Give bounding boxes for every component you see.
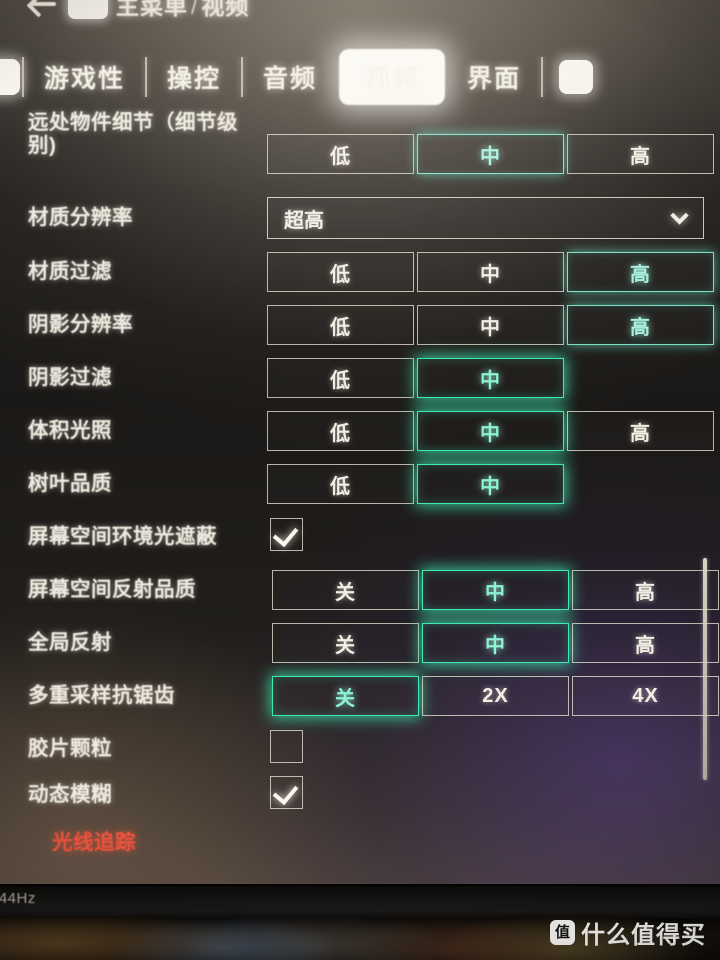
option-high[interactable]: 高 [567,411,714,451]
watermark-text: 什么值得买 [581,922,706,949]
option-2x[interactable]: 2X [422,676,569,716]
option-mid[interactable]: 中 [422,570,569,610]
setting-row-motion-blur: 动态模糊 [0,769,720,821]
option-group[interactable]: 关 中 高 [272,623,719,663]
tab-divider [541,57,544,97]
setting-label: 材质过滤 [28,259,112,283]
breadcrumb-text: 主菜单 / 视频 [116,0,249,21]
option-mid[interactable]: 中 [417,464,564,504]
setting-row-lod: 远处物件细节（细节级别) 低 中 高 [0,111,720,180]
texture-resolution-dropdown[interactable]: 超高 [267,197,704,239]
setting-row-shadow-filtering: 阴影过滤 低 中 [0,352,720,404]
setting-row-global-reflections: 全局反射 关 中 高 [0,617,720,669]
setting-label: 全局反射 [28,630,112,654]
watermark: 值 什么值得买 [550,915,706,950]
option-low[interactable]: 低 [267,252,414,292]
setting-label: 胶片颗粒 [28,736,112,760]
setting-row-texture-resolution: 材质分辨率 超高 [0,192,720,244]
breadcrumb: 主菜单 / 视频 [30,0,249,22]
setting-row-ssao: 屏幕空间环境光遮蔽 [0,511,720,563]
option-mid[interactable]: 中 [417,134,564,174]
setting-label: 屏幕空间环境光遮蔽 [28,524,217,548]
tab-gameplay[interactable]: 游戏性 [26,59,143,95]
setting-label: 远处物件细节（细节级别) [28,111,238,157]
option-group[interactable]: 低 中 [267,464,564,504]
option-group[interactable]: 低 中 高 [267,252,714,292]
option-high[interactable]: 高 [572,570,719,610]
check-icon [272,520,299,548]
option-group[interactable]: 低 中 [267,358,564,398]
option-mid[interactable]: 中 [417,252,564,292]
back-arrow-icon[interactable] [30,0,60,15]
setting-row-volumetric-lighting: 体积光照 低 中 高 [0,405,720,457]
option-low[interactable]: 低 [267,134,414,174]
setting-label: 屏幕空间反射品质 [28,577,196,601]
setting-row-film-grain: 胶片颗粒 [0,723,720,775]
setting-row-ray-tracing: 光线追踪 [0,817,720,869]
motion-blur-checkbox[interactable] [270,776,303,809]
option-group[interactable]: 低 中 高 [267,411,714,451]
film-grain-checkbox[interactable] [270,730,303,763]
tab-controls[interactable]: 操控 [149,59,239,95]
option-mid[interactable]: 中 [422,623,569,663]
tab-divider [241,57,244,97]
setting-label: 动态模糊 [28,782,112,806]
option-off[interactable]: 关 [272,623,419,663]
option-high[interactable]: 高 [567,134,714,174]
setting-label: 阴影分辨率 [28,312,133,336]
tab-divider [22,57,24,97]
option-low[interactable]: 低 [267,358,414,398]
setting-row-ssr-quality: 屏幕空间反射品质 关 中 高 [0,564,720,616]
option-high[interactable]: 高 [572,623,719,663]
scrollbar[interactable] [703,558,707,780]
breadcrumb-current: 视频 [201,0,250,19]
tab-audio[interactable]: 音频 [245,59,335,95]
tab-next-key-hint[interactable] [559,60,594,94]
option-off[interactable]: 关 [272,676,419,716]
setting-label: 阴影过滤 [28,365,112,389]
tab-divider [145,57,148,97]
option-high[interactable]: 高 [567,252,714,292]
setting-label: 多重采样抗锯齿 [28,683,175,707]
setting-row-foliage-quality: 树叶品质 低 中 [0,458,720,510]
setting-row-shadow-resolution: 阴影分辨率 低 中 高 [0,299,720,351]
check-icon [272,778,299,806]
option-mid[interactable]: 中 [417,411,564,451]
option-off[interactable]: 关 [272,570,419,610]
option-group[interactable]: 关 中 高 [272,570,719,610]
dropdown-value: 超高 [284,209,324,232]
option-mid[interactable]: 中 [417,358,564,398]
tab-video[interactable]: 视频 [339,49,446,105]
monitor-screen: 主菜单 / 视频 游戏性 操控 音频 视频 界面 远处物件细节（细节级别) 低 中 [0,0,720,884]
option-group[interactable]: 关 2X 4X [272,676,719,716]
option-high[interactable]: 高 [567,305,714,345]
option-low[interactable]: 低 [267,464,414,504]
option-4x[interactable]: 4X [572,676,719,716]
tab-interface[interactable]: 界面 [449,59,539,95]
settings-list: 远处物件细节（细节级别) 低 中 高 材质分辨率 超高 材质过滤 低 中 高 阴… [0,111,720,853]
breadcrumb-separator: / [191,0,199,19]
chevron-down-icon[interactable] [672,209,687,224]
section-header-ray-tracing: 光线追踪 [52,830,136,854]
setting-label: 材质分辨率 [28,205,133,229]
option-low[interactable]: 低 [267,305,414,345]
option-group[interactable]: 低 中 高 [267,305,714,345]
option-group[interactable]: 低 中 高 [267,134,714,174]
tab-prev-key-hint[interactable] [0,59,20,95]
setting-row-msaa: 多重采样抗锯齿 关 2X 4X [0,670,720,722]
monitor-bezel [0,884,720,918]
ssao-checkbox[interactable] [270,518,303,551]
refresh-rate-osd: 144Hz [0,890,36,907]
setting-label: 体积光照 [28,418,112,442]
screenshot-root: 主菜单 / 视频 游戏性 操控 音频 视频 界面 远处物件细节（细节级别) 低 中 [0,0,720,960]
breadcrumb-root[interactable]: 主菜单 [116,0,188,19]
setting-row-texture-filtering: 材质过滤 低 中 高 [0,246,720,298]
option-mid[interactable]: 中 [417,305,564,345]
option-low[interactable]: 低 [267,411,414,451]
tab-bar[interactable]: 游戏性 操控 音频 视频 界面 [0,47,720,107]
back-key-hint [68,0,108,19]
setting-label: 树叶品质 [28,471,112,495]
watermark-logo-icon: 值 [550,920,575,945]
